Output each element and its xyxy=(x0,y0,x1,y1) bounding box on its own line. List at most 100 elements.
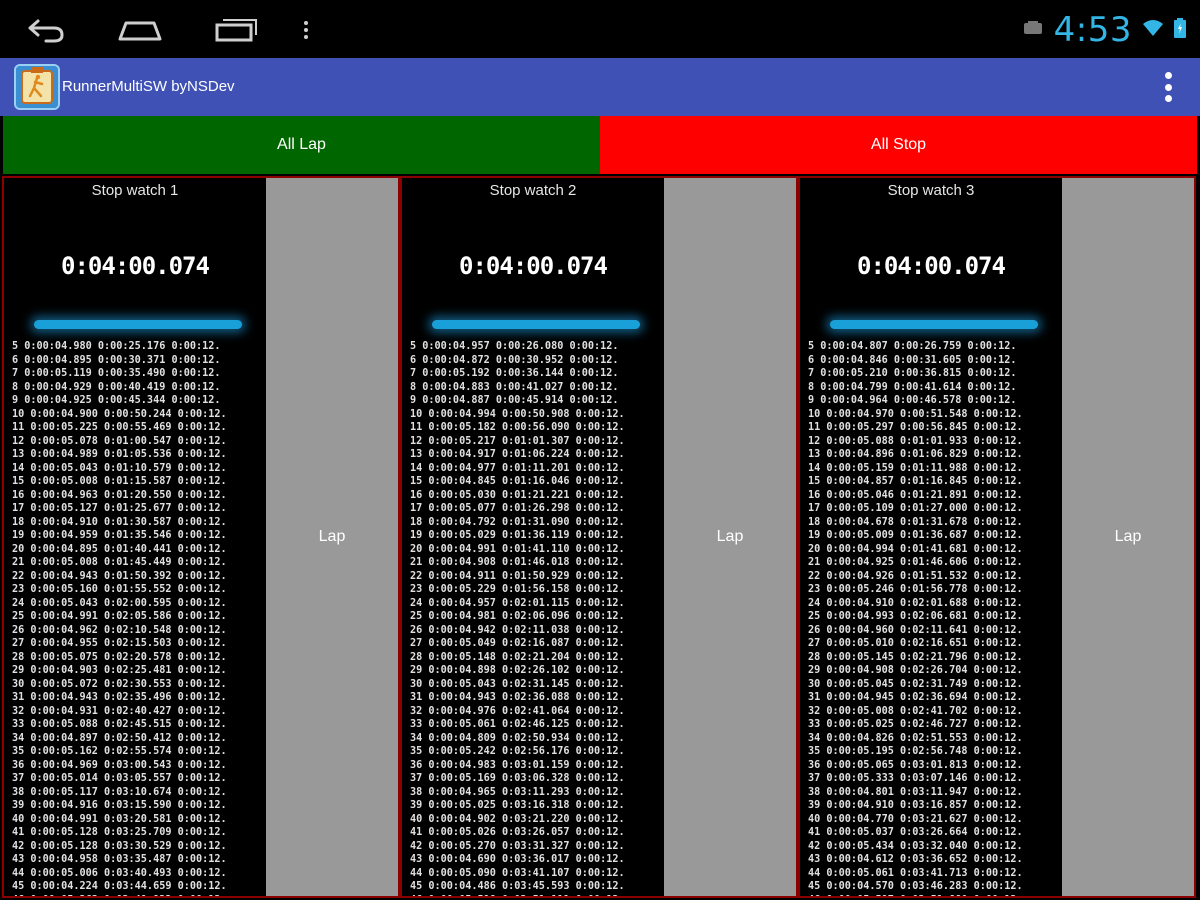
lap-row: 42 0:00:05.270 0:03:31.327 0:00:12. xyxy=(410,840,625,852)
lap-row: 34 0:00:04.826 0:02:51.553 0:00:12. xyxy=(808,732,1023,744)
lap-row: 13 0:00:04.989 0:01:05.536 0:00:12. xyxy=(12,449,227,460)
lap-row: 24 0:00:05.043 0:02:00.595 0:00:12. xyxy=(12,597,227,609)
lap-row: 24 0:00:04.957 0:02:01.115 0:00:12. xyxy=(410,597,625,609)
lap-row: 23 0:00:05.246 0:01:56.778 0:00:12. xyxy=(808,584,1023,595)
clock: 4:53 xyxy=(1053,10,1132,50)
lap-row: 23 0:00:05.160 0:01:55.552 0:00:12. xyxy=(12,584,227,595)
lap-row: 45 0:00:04.224 0:03:44.659 0:00:12. xyxy=(12,881,227,892)
lap-row: 8 0:00:04.883 0:00:41.027 0:00:12. xyxy=(410,381,619,393)
lap-row: 19 0:00:05.009 0:01:36.687 0:00:12. xyxy=(808,530,1023,541)
lap-row: 45 0:00:04.486 0:03:45.593 0:00:12. xyxy=(410,881,625,892)
lap-row: 43 0:00:04.612 0:03:36.652 0:00:12. xyxy=(808,854,1023,865)
back-icon[interactable] xyxy=(22,10,70,50)
stopwatch-time: 0:04:00.074 xyxy=(857,252,1006,280)
lap-list[interactable]: 5 0:00:04.980 0:00:25.176 0:00:12. 6 0:00… xyxy=(12,340,266,896)
all-stop-button[interactable]: All Stop xyxy=(600,116,1197,174)
lap-row: 38 0:00:05.117 0:03:10.674 0:00:12. xyxy=(12,786,227,798)
lap-row: 45 0:00:04.570 0:03:46.283 0:00:12. xyxy=(808,881,1023,892)
home-icon[interactable] xyxy=(116,10,164,50)
lap-row: 11 0:00:05.182 0:00:56.090 0:00:12. xyxy=(410,422,625,433)
recent-apps-icon[interactable] xyxy=(212,10,260,50)
lap-row: 34 0:00:04.897 0:02:50.412 0:00:12. xyxy=(12,732,227,744)
lap-row: 44 0:00:05.090 0:03:41.107 0:00:12. xyxy=(410,867,625,879)
lap-row: 43 0:00:04.690 0:03:36.017 0:00:12. xyxy=(410,854,625,865)
lap-row: 36 0:00:05.065 0:03:01.813 0:00:12. xyxy=(808,759,1023,771)
lap-row: 46 0:00:05.263 0:03:49.922 0:00:12. xyxy=(12,894,266,897)
lap-row: 35 0:00:05.195 0:02:56.748 0:00:12. xyxy=(808,746,1023,757)
lap-row: 40 0:00:04.770 0:03:21.627 0:00:12. xyxy=(808,813,1023,825)
lap-row: 7 0:00:05.119 0:00:35.490 0:00:12. xyxy=(12,368,221,379)
lap-list[interactable]: 5 0:00:04.807 0:00:26.759 0:00:12. 6 0:00… xyxy=(808,340,1062,896)
app-title: RunnerMultiSW byNSDev xyxy=(62,78,235,95)
lap-row: 9 0:00:04.964 0:00:46.578 0:00:12. xyxy=(808,395,1017,406)
lap-row: 36 0:00:04.969 0:03:00.543 0:00:12. xyxy=(12,759,227,771)
lap-row: 30 0:00:05.072 0:02:30.553 0:00:12. xyxy=(12,678,227,690)
lap-row: 20 0:00:04.994 0:01:41.681 0:00:12. xyxy=(808,543,1023,555)
lap-button[interactable]: Lap xyxy=(664,178,796,896)
lap-row: 33 0:00:05.025 0:02:46.727 0:00:12. xyxy=(808,719,1023,730)
lap-row: 15 0:00:04.857 0:01:16.845 0:00:12. xyxy=(808,476,1023,487)
progress-glow-bar xyxy=(830,320,1038,329)
lap-row: 16 0:00:05.046 0:01:21.891 0:00:12. xyxy=(808,489,1023,501)
lap-row: 36 0:00:04.983 0:03:01.159 0:00:12. xyxy=(410,759,625,771)
lap-row: 16 0:00:05.030 0:01:21.221 0:00:12. xyxy=(410,489,625,501)
lap-row: 35 0:00:05.162 0:02:55.574 0:00:12. xyxy=(12,746,227,757)
lap-row: 34 0:00:04.809 0:02:50.934 0:00:12. xyxy=(410,732,625,744)
lap-row: 41 0:00:05.037 0:03:26.664 0:00:12. xyxy=(808,827,1023,838)
lap-row: 18 0:00:04.678 0:01:31.678 0:00:12. xyxy=(808,516,1023,528)
lap-row: 19 0:00:05.029 0:01:36.119 0:00:12. xyxy=(410,530,625,541)
lap-row: 18 0:00:04.792 0:01:31.090 0:00:12. xyxy=(410,516,625,528)
stopwatch-title: Stop watch 1 xyxy=(91,182,179,199)
stopwatch-panel-1: Stop watch 1 0:04:00.074 5 0:00:04.980 0… xyxy=(2,176,400,898)
lap-row: 39 0:00:04.910 0:03:16.857 0:00:12. xyxy=(808,800,1023,811)
lap-button[interactable]: Lap xyxy=(1062,178,1194,896)
lap-row: 38 0:00:04.801 0:03:11.947 0:00:12. xyxy=(808,786,1023,798)
lap-row: 12 0:00:05.088 0:01:01.933 0:00:12. xyxy=(808,435,1023,447)
all-lap-button[interactable]: All Lap xyxy=(3,116,600,174)
lap-row: 41 0:00:05.026 0:03:26.057 0:00:12. xyxy=(410,827,625,838)
lap-row: 31 0:00:04.943 0:02:35.496 0:00:12. xyxy=(12,692,227,703)
app-logo-icon xyxy=(14,64,60,110)
lap-row: 42 0:00:05.128 0:03:30.529 0:00:12. xyxy=(12,840,227,852)
lap-row: 40 0:00:04.902 0:03:21.220 0:00:12. xyxy=(410,813,625,825)
lap-row: 40 0:00:04.991 0:03:20.581 0:00:12. xyxy=(12,813,227,825)
lap-row: 28 0:00:05.148 0:02:21.204 0:00:12. xyxy=(410,651,625,663)
lap-row: 31 0:00:04.943 0:02:36.088 0:00:12. xyxy=(410,692,625,703)
lap-row: 6 0:00:04.872 0:00:30.952 0:00:12. xyxy=(410,354,619,366)
lap-row: 39 0:00:04.916 0:03:15.590 0:00:12. xyxy=(12,800,227,811)
lap-row: 20 0:00:04.895 0:01:40.441 0:00:12. xyxy=(12,543,227,555)
lap-row: 27 0:00:05.010 0:02:16.651 0:00:12. xyxy=(808,638,1023,649)
lap-row: 32 0:00:04.931 0:02:40.427 0:00:12. xyxy=(12,705,227,717)
lap-button[interactable]: Lap xyxy=(266,178,398,896)
lap-row: 22 0:00:04.943 0:01:50.392 0:00:12. xyxy=(12,570,227,582)
lap-row: 29 0:00:04.908 0:02:26.704 0:00:12. xyxy=(808,665,1023,676)
lap-row: 33 0:00:05.088 0:02:45.515 0:00:12. xyxy=(12,719,227,730)
lap-row: 13 0:00:04.896 0:01:06.829 0:00:12. xyxy=(808,449,1023,460)
lap-row: 31 0:00:04.945 0:02:36.694 0:00:12. xyxy=(808,692,1023,703)
lap-row: 11 0:00:05.225 0:00:55.469 0:00:12. xyxy=(12,422,227,433)
lap-row: 28 0:00:05.145 0:02:21.796 0:00:12. xyxy=(808,651,1023,663)
lap-row: 20 0:00:04.991 0:01:41.110 0:00:12. xyxy=(410,543,625,555)
system-bar: 4:53 xyxy=(0,0,1200,58)
overflow-menu-icon[interactable] xyxy=(1162,72,1174,102)
lap-row: 41 0:00:05.128 0:03:25.709 0:00:12. xyxy=(12,827,227,838)
menu-dots-icon[interactable] xyxy=(282,10,330,50)
lap-row: 5 0:00:04.980 0:00:25.176 0:00:12. xyxy=(12,341,221,352)
lap-row: 15 0:00:05.008 0:01:15.587 0:00:12. xyxy=(12,476,227,487)
lap-row: 30 0:00:05.045 0:02:31.749 0:00:12. xyxy=(808,678,1023,690)
lap-row: 42 0:00:05.434 0:03:32.040 0:00:12. xyxy=(808,840,1023,852)
lap-row: 17 0:00:05.077 0:01:26.298 0:00:12. xyxy=(410,503,625,514)
lap-row: 10 0:00:04.994 0:00:50.908 0:00:12. xyxy=(410,408,625,420)
lap-row: 35 0:00:05.242 0:02:56.176 0:00:12. xyxy=(410,746,625,757)
stopwatch-panel-3: Stop watch 3 0:04:00.074 5 0:00:04.807 0… xyxy=(798,176,1196,898)
lap-row: 30 0:00:05.043 0:02:31.145 0:00:12. xyxy=(410,678,625,690)
lap-row: 28 0:00:05.075 0:02:20.578 0:00:12. xyxy=(12,651,227,663)
lap-row: 25 0:00:04.991 0:02:05.586 0:00:12. xyxy=(12,611,227,622)
lap-row: 13 0:00:04.917 0:01:06.224 0:00:12. xyxy=(410,449,625,460)
lap-row: 6 0:00:04.895 0:00:30.371 0:00:12. xyxy=(12,354,221,366)
progress-glow-bar xyxy=(34,320,242,329)
lap-row: 29 0:00:04.898 0:02:26.102 0:00:12. xyxy=(410,665,625,676)
lap-list[interactable]: 5 0:00:04.957 0:00:26.080 0:00:12. 6 0:00… xyxy=(410,340,664,896)
lap-row: 26 0:00:04.960 0:02:11.641 0:00:12. xyxy=(808,624,1023,636)
lap-row: 24 0:00:04.910 0:02:01.688 0:00:12. xyxy=(808,597,1023,609)
